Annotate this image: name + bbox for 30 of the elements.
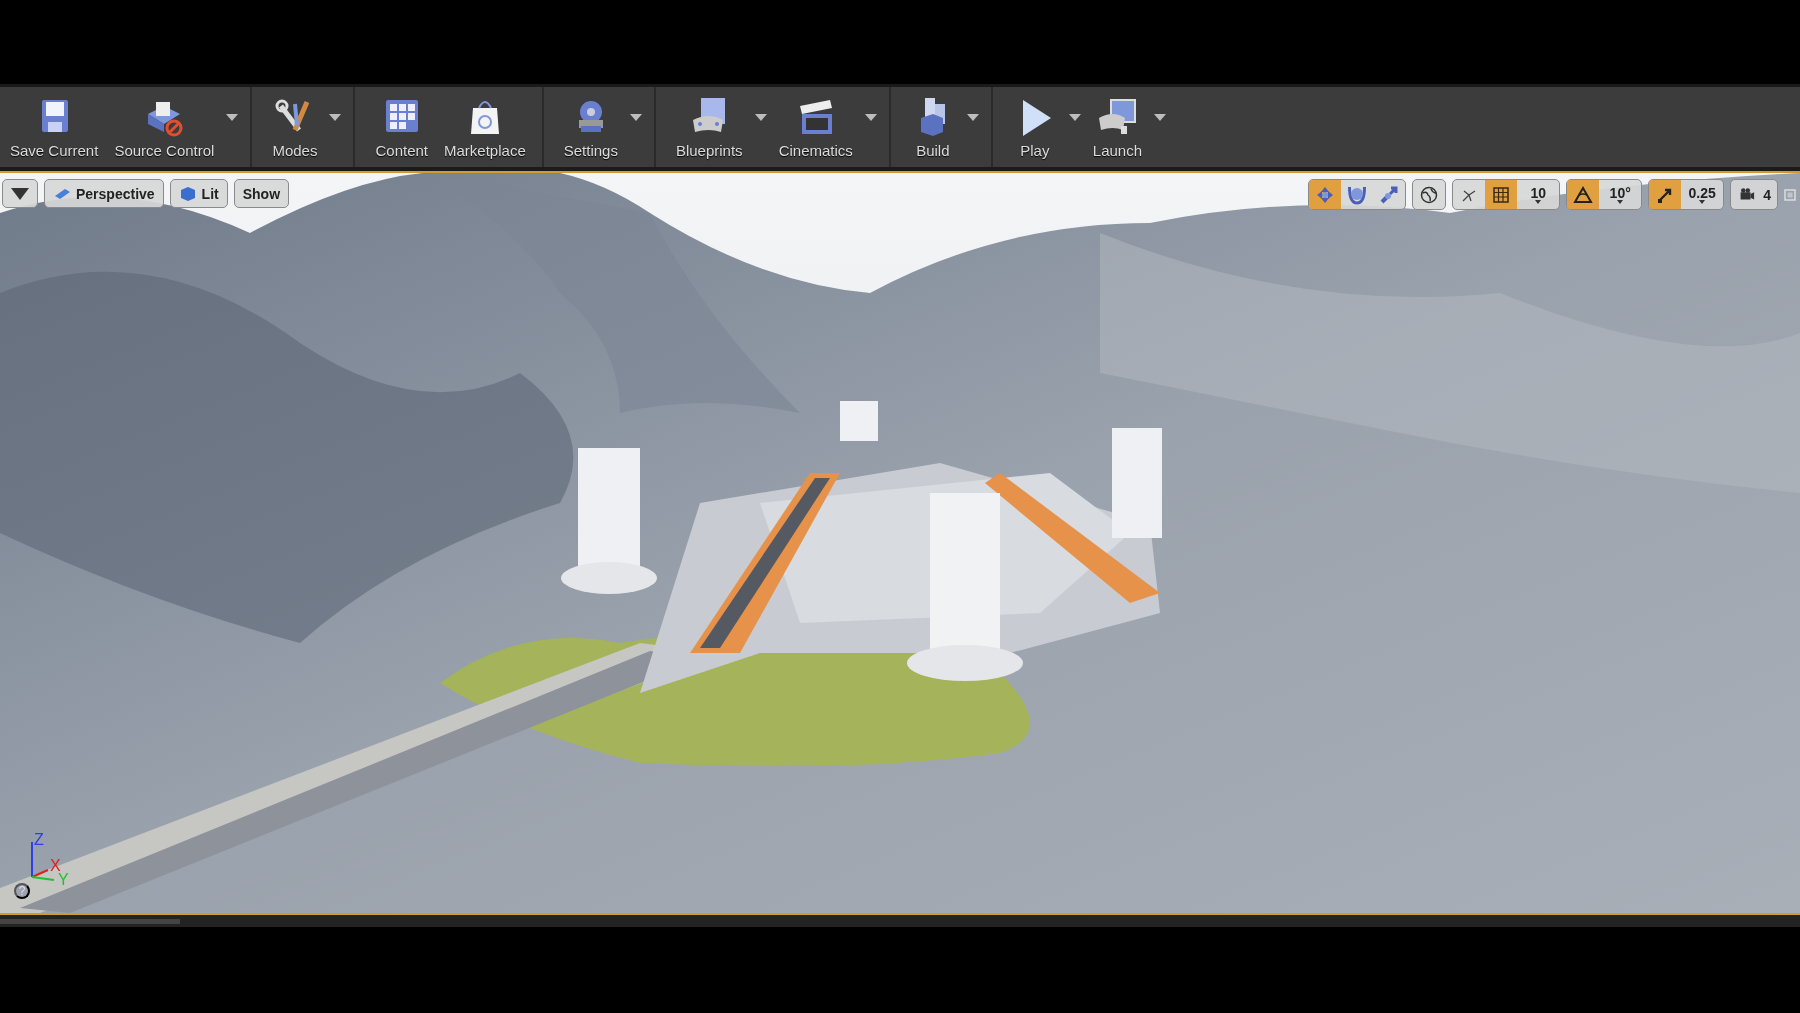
caret-icon xyxy=(1699,199,1706,204)
cube-icon xyxy=(178,185,197,202)
globe-icon xyxy=(1419,184,1440,205)
perspective-button[interactable]: Perspective xyxy=(44,179,164,208)
caret-icon xyxy=(1617,199,1624,204)
rotation-snap-toggle[interactable] xyxy=(1567,180,1600,209)
caret-icon xyxy=(226,114,239,122)
camera-speed-button[interactable]: 4 xyxy=(1731,180,1777,209)
axis-label: Z xyxy=(34,831,44,849)
grid-snap-icon xyxy=(1491,184,1512,205)
axis-label: X xyxy=(50,857,61,874)
caret-icon xyxy=(11,185,29,202)
axis-label: Y xyxy=(58,871,69,889)
scale-icon xyxy=(1379,184,1400,205)
scale-snap-toggle[interactable] xyxy=(1649,180,1682,209)
caret-icon xyxy=(754,114,767,122)
view-mode-button[interactable]: Lit xyxy=(169,179,228,208)
show-button[interactable]: Show xyxy=(233,179,290,208)
grid-snap-toggle[interactable] xyxy=(1485,180,1518,209)
caret-icon xyxy=(966,114,979,122)
caret-icon xyxy=(1068,114,1081,122)
rotation-snap-icon xyxy=(1573,184,1594,205)
caret-icon xyxy=(629,114,642,122)
rotate-icon xyxy=(1347,184,1368,205)
viewport-options-button[interactable] xyxy=(2,179,38,208)
caret-icon xyxy=(1535,199,1542,204)
caret-icon xyxy=(329,114,342,122)
caret-icon xyxy=(864,114,877,122)
translate-tool-button[interactable] xyxy=(1309,180,1342,209)
caret-icon xyxy=(1154,114,1167,122)
